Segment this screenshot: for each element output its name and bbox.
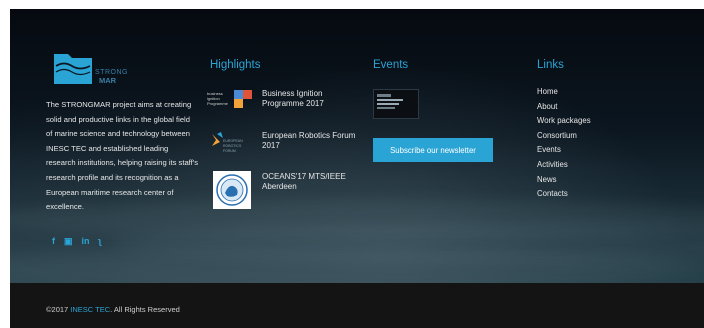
event-thumbnail[interactable] <box>373 89 419 119</box>
svg-text:ROBOTICS: ROBOTICS <box>223 144 242 148</box>
youtube-icon[interactable]: ▣ <box>64 236 73 247</box>
link-home[interactable]: Home <box>537 85 591 100</box>
copyright-suffix: . All Rights Reserved <box>110 305 180 314</box>
highlights-title: Highlights <box>210 59 261 71</box>
business-ignition-logo[interactable]: business ignition Programme <box>207 87 257 111</box>
about-text: The STRONGMAR project aims at creating s… <box>46 100 198 212</box>
copyright: ©2017 INESC TEC. All Rights Reserved <box>46 305 180 314</box>
events-title: Events <box>373 59 409 71</box>
event-image <box>377 94 403 109</box>
link-consortium[interactable]: Consortium <box>537 129 591 144</box>
logo-line2: MAR <box>99 76 117 85</box>
subscribe-newsletter-button[interactable]: Subscribe our newsletter <box>373 138 493 162</box>
robotics-forum-logo[interactable]: EUROPEAN ROBOTICS FORUM <box>209 130 259 156</box>
link-work-packages[interactable]: Work packages <box>537 114 591 129</box>
social-links: f ▣ in ʅ <box>52 236 102 247</box>
facebook-icon[interactable]: f <box>52 236 55 247</box>
link-about[interactable]: About <box>537 100 591 115</box>
footer-bottom-bar: ©2017 INESC TEC. All Rights Reserved <box>10 283 704 328</box>
svg-text:EUROPEAN: EUROPEAN <box>223 139 243 143</box>
oceans-logo[interactable] <box>213 171 251 209</box>
link-events[interactable]: Events <box>537 143 591 158</box>
highlight-oceans[interactable]: OCEANS'17 MTS/IEEE Aberdeen <box>262 172 362 192</box>
links-list: Home About Work packages Consortium Even… <box>537 85 591 202</box>
linkedin-icon[interactable]: in <box>82 236 90 247</box>
link-news[interactable]: News <box>537 173 591 188</box>
svg-text:FORUM: FORUM <box>223 149 236 153</box>
inesc-tec-link[interactable]: INESC TEC <box>70 305 110 314</box>
link-activities[interactable]: Activities <box>537 158 591 173</box>
rss-icon[interactable]: ʅ <box>99 236 102 247</box>
svg-text:Programme: Programme <box>207 101 229 106</box>
highlight-business-ignition[interactable]: Business Ignition Programme 2017 <box>262 89 362 109</box>
logo-text: STRONG MAR <box>95 69 128 85</box>
highlight-robotics-forum[interactable]: European Robotics Forum 2017 <box>262 131 362 151</box>
copyright-prefix: ©2017 <box>46 305 71 314</box>
link-contacts[interactable]: Contacts <box>537 187 591 202</box>
links-title: Links <box>537 59 564 71</box>
